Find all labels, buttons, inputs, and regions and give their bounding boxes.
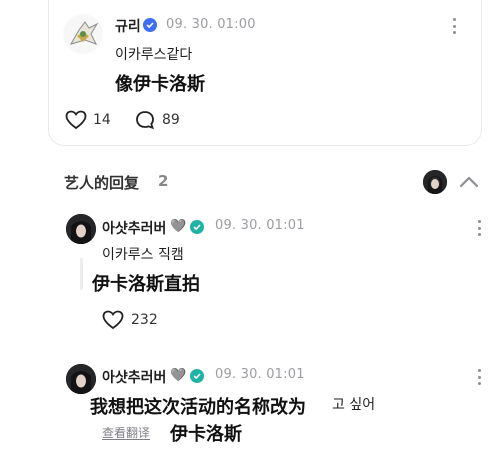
artist-face-icon — [66, 214, 96, 244]
verified-badge-icon — [190, 369, 204, 383]
post-timestamp: 09. 30. 01:00 — [166, 17, 256, 32]
reply-author-name[interactable]: 아샷추러버 — [102, 367, 166, 387]
post-subtitle: 像伊卡洛斯 — [115, 74, 205, 95]
like-heart-icon[interactable] — [65, 110, 87, 130]
reply-like-count: 232 — [131, 312, 158, 328]
see-translation-link[interactable]: 查看翻译 — [102, 424, 150, 441]
grey-heart-emoji: 🩶 — [170, 219, 187, 234]
reply-subtitle: 伊卡洛斯直拍 — [92, 274, 200, 295]
reply-author-avatar[interactable] — [66, 364, 96, 394]
post-card: 규리 09. 30. 01:00 이카루스같다 像伊卡洛斯 14 89 — [48, 0, 482, 146]
reply-more-icon[interactable] — [478, 220, 482, 236]
chevron-up-icon[interactable] — [458, 174, 480, 188]
like-heart-icon[interactable] — [102, 310, 124, 330]
reply-subtitle-line1: 我想把这次活动的名称改为 — [90, 397, 306, 418]
reply-text: 이카루스 직캠 — [102, 247, 184, 263]
reply-text-tail: 고 싶어 — [332, 397, 376, 413]
verified-badge-icon — [143, 18, 157, 32]
comment-bubble-icon[interactable] — [135, 110, 155, 130]
like-count: 14 — [93, 112, 111, 128]
reply-author-avatar[interactable] — [66, 214, 96, 244]
comment-count: 89 — [162, 112, 180, 128]
grey-heart-emoji: 🩶 — [170, 368, 187, 383]
reply-timestamp: 09. 30. 01:01 — [215, 218, 305, 233]
reply-subtitle-line2: 伊卡洛斯 — [170, 424, 242, 445]
post-author-name[interactable]: 규리 — [115, 16, 141, 36]
author-avatar[interactable] — [63, 14, 103, 54]
verified-badge-icon — [190, 220, 204, 234]
reply-author-name[interactable]: 아샷추러버 — [102, 218, 166, 238]
arceus-avatar-icon — [63, 14, 103, 54]
reply-timestamp: 09. 30. 01:01 — [215, 367, 305, 382]
post-more-icon[interactable] — [453, 18, 457, 34]
artist-face-icon — [423, 170, 447, 194]
reply-divider — [80, 258, 83, 290]
post-text: 이카루스같다 — [115, 47, 193, 63]
artist-mini-avatar[interactable] — [423, 170, 447, 194]
artist-face-icon — [66, 364, 96, 394]
artist-replies-count: 2 — [158, 172, 169, 190]
reply-more-icon[interactable] — [478, 369, 482, 385]
artist-replies-title: 艺人的回复 — [64, 174, 140, 192]
